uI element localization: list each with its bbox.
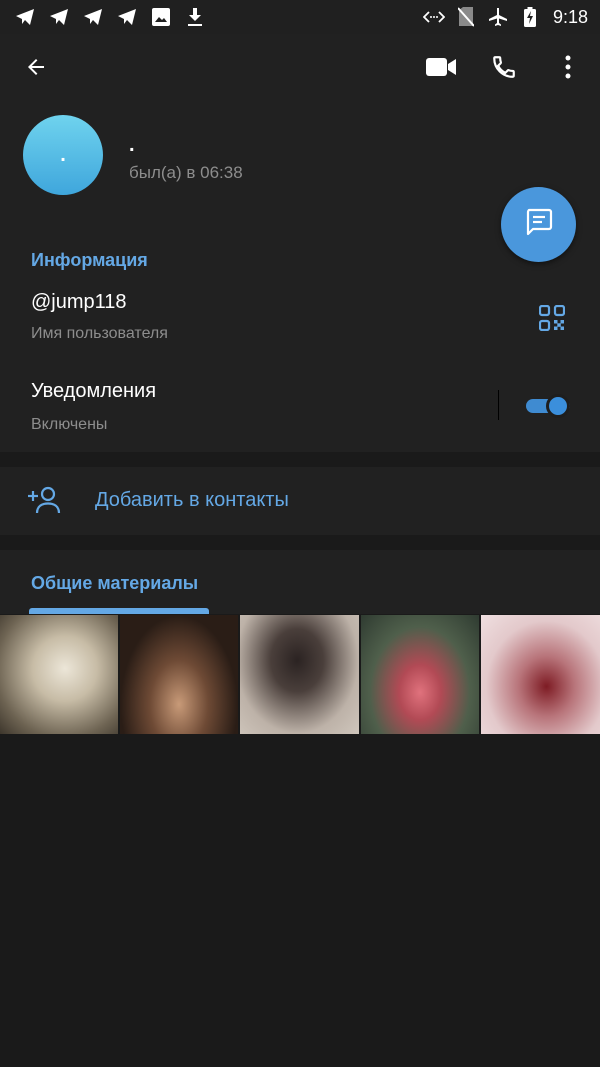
media-thumbnail[interactable] (360, 615, 479, 734)
status-bar-left (14, 6, 206, 28)
airplane-icon (487, 6, 509, 28)
more-vert-icon (565, 55, 571, 84)
username-caption: Имя пользователя (31, 325, 168, 342)
tab-shared-media[interactable]: Общие материалы (31, 573, 198, 594)
message-icon (524, 207, 554, 242)
media-thumbnail[interactable] (480, 615, 600, 734)
status-bar: 9:18 (0, 0, 600, 34)
data-saver-icon (422, 6, 445, 28)
image-icon (150, 6, 172, 28)
download-icon (184, 6, 206, 28)
battery-charging-icon (519, 6, 541, 28)
notifications-state: Включены (31, 416, 108, 433)
clock: 9:18 (552, 6, 588, 27)
more-options-button[interactable] (544, 45, 592, 93)
video-call-button[interactable] (417, 45, 465, 93)
arrow-left-icon (24, 55, 48, 84)
notifications-toggle[interactable] (526, 394, 572, 418)
shared-media-section: Общие материалы (0, 550, 600, 614)
toggle-thumb (546, 394, 570, 418)
avatar[interactable]: . (23, 115, 103, 195)
info-section-title: Информация (31, 250, 148, 270)
qr-code-icon (538, 304, 566, 336)
info-section: Информация @jump118 Имя пользователя Уве… (0, 224, 600, 452)
qr-code-button[interactable] (530, 298, 574, 342)
media-thumbnail[interactable] (120, 615, 239, 734)
telegram-icon (116, 6, 138, 28)
tab-indicator (29, 608, 209, 614)
profile-header: . . был(а) в 06:38 (0, 34, 600, 224)
back-button[interactable] (12, 45, 60, 93)
telegram-icon (14, 6, 36, 28)
person-add-icon (26, 484, 62, 516)
profile-name: . (129, 134, 135, 156)
send-message-button[interactable] (501, 187, 576, 262)
add-contact-label: Добавить в контакты (95, 489, 289, 511)
avatar-initial: . (60, 143, 66, 166)
call-button[interactable] (480, 45, 528, 93)
videocam-icon (426, 57, 456, 82)
media-thumbnail[interactable] (0, 615, 119, 734)
media-grid (0, 615, 600, 735)
last-seen-status: был(а) в 06:38 (129, 163, 243, 182)
telegram-icon (48, 6, 70, 28)
telegram-icon (82, 6, 104, 28)
divider (498, 390, 499, 420)
no-sim-icon (455, 6, 477, 28)
phone-icon (491, 54, 517, 85)
username-value[interactable]: @jump118 (31, 291, 127, 314)
notifications-label[interactable]: Уведомления (31, 380, 156, 403)
status-bar-right: 9:18 (422, 6, 588, 28)
add-contact-row[interactable]: Добавить в контакты (0, 467, 600, 535)
media-thumbnail[interactable] (240, 615, 359, 734)
